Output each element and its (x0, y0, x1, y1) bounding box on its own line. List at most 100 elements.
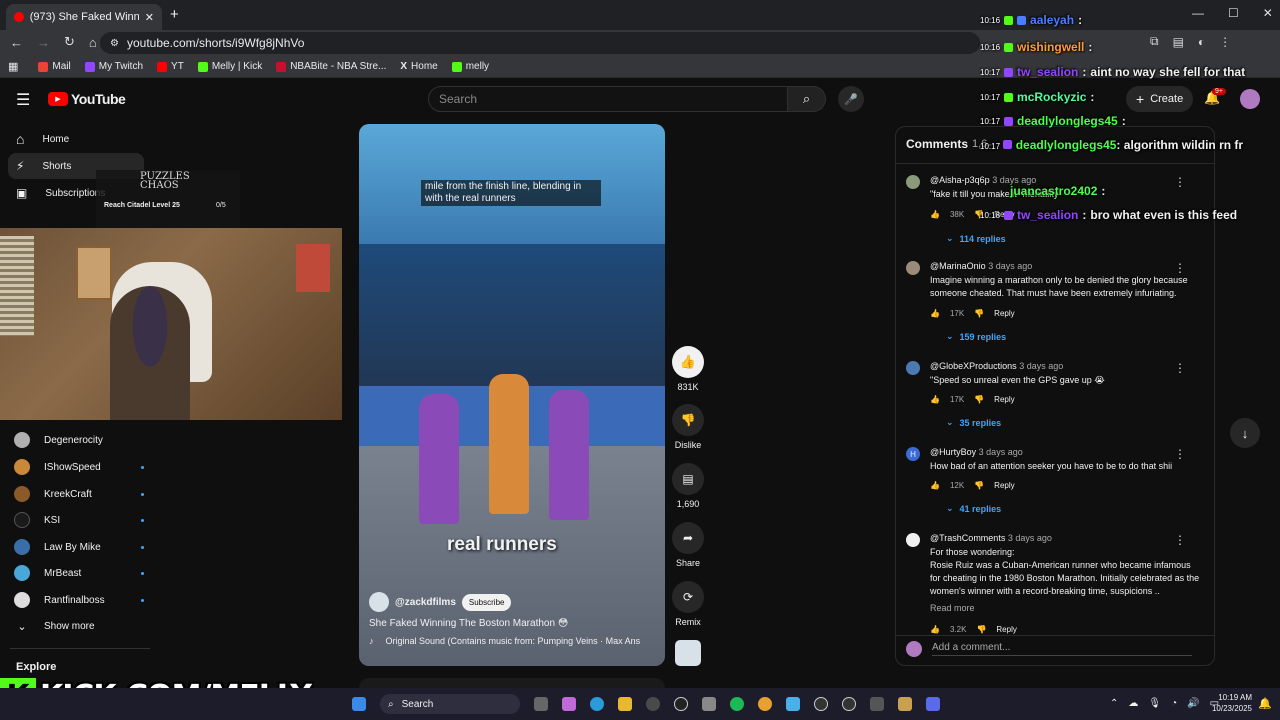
dislike-icon[interactable]: 👎 (974, 395, 984, 404)
comments-button[interactable]: ▤ (672, 463, 704, 495)
maximize-icon[interactable]: ☐ (1228, 6, 1239, 20)
commenter-avatar[interactable]: H (906, 447, 920, 461)
profile-icon[interactable]: ◐ (1198, 35, 1205, 49)
browser-tab[interactable]: (973) She Faked Winning Th ✕ (6, 4, 162, 30)
taskbar-search[interactable]: ⌕ Search (380, 694, 520, 714)
next-short-button[interactable]: ↓ (1230, 418, 1260, 448)
dislike-icon[interactable]: 👎 (974, 309, 984, 318)
close-window-icon[interactable]: ✕ (1263, 6, 1273, 20)
channel-name[interactable]: @zackdfilms (395, 597, 456, 608)
subscribe-button[interactable]: Subscribe (461, 593, 512, 611)
subscription-item[interactable]: Rantfinalboss (14, 588, 144, 612)
taskbar-clock[interactable]: 10:19 AM 10/23/2025 (1208, 692, 1252, 714)
forward-icon[interactable]: → (37, 35, 50, 50)
sound-thumbnail[interactable] (675, 640, 701, 666)
reply-button[interactable]: Reply (994, 309, 1014, 318)
app-icon[interactable] (842, 697, 856, 711)
youtube-logo[interactable]: ▶ YouTube (48, 91, 126, 107)
like-icon[interactable]: 👍 (930, 625, 940, 634)
commenter-avatar[interactable] (906, 533, 920, 547)
share-button[interactable]: ➦ (672, 522, 704, 554)
remix-button[interactable]: ⟳ (672, 581, 704, 613)
spotify-icon[interactable] (730, 697, 744, 711)
bookmark-yt[interactable]: YT (157, 61, 184, 72)
subscription-item[interactable]: Law By Mike (14, 535, 144, 559)
wifi-icon[interactable]: ◔ (1171, 698, 1177, 709)
commenter-avatar[interactable] (906, 261, 920, 275)
media-icon[interactable]: ▤ (1173, 35, 1184, 49)
comment-menu-icon[interactable]: ⋮ (1174, 361, 1186, 375)
bookmark-mail[interactable]: Mail (38, 61, 71, 72)
read-more-link[interactable]: Read more (930, 603, 975, 613)
site-info-icon[interactable]: ⚙ (110, 38, 119, 49)
menu-kebab-icon[interactable]: ⋮ (1219, 35, 1231, 49)
reply-button[interactable]: Reply (994, 395, 1014, 404)
view-replies-button[interactable]: ⌄ 41 replies (946, 503, 1001, 514)
voice-search-button[interactable]: 🎤 (838, 86, 864, 112)
sound-row[interactable]: ♪ Original Sound (Contains music from: P… (369, 636, 659, 646)
subscription-item[interactable]: KSI (14, 508, 144, 532)
xbox-icon[interactable] (646, 697, 660, 711)
show-more-button[interactable]: ⌄ Show more (14, 614, 144, 638)
sidebar-item-home[interactable]: ⌂ Home (8, 126, 144, 152)
comment-author[interactable]: @MarinaOnio (930, 261, 986, 271)
photos-icon[interactable] (786, 697, 800, 711)
reload-icon[interactable]: ↻ (64, 34, 75, 50)
back-icon[interactable]: ← (10, 35, 23, 50)
bookmark-twitch[interactable]: My Twitch (84, 61, 143, 72)
bookmark-kick[interactable]: Melly | Kick (197, 61, 262, 72)
channel-avatar[interactable] (369, 592, 389, 612)
commenter-avatar[interactable] (906, 361, 920, 375)
subscription-item[interactable]: KreekCraft (14, 482, 144, 506)
comment-author[interactable]: @GlobeXProductions (930, 361, 1017, 371)
comment-author[interactable]: @TrashComments (930, 533, 1005, 543)
address-bar[interactable]: ⚙ youtube.com/shorts/i9Wfg8jNhVo (100, 32, 980, 54)
bookmark-home[interactable]: X Home (400, 61, 437, 72)
comment-author[interactable]: @HurtyBoy (930, 447, 976, 457)
cloud-icon[interactable]: ☁ (1128, 698, 1138, 709)
copilot-icon[interactable] (562, 697, 576, 711)
chevron-up-icon[interactable]: ⌃ (1110, 698, 1118, 709)
app-icon[interactable] (870, 697, 884, 711)
comment-menu-icon[interactable]: ⋮ (1174, 175, 1186, 189)
subscription-item[interactable]: MrBeast (14, 561, 144, 585)
comment-author[interactable]: @Aisha-p3q6p (930, 175, 990, 185)
short-video-player[interactable]: mile from the finish line, blending in w… (359, 124, 665, 666)
reply-button[interactable]: Reply (996, 625, 1016, 634)
windows-start-icon[interactable] (352, 697, 366, 711)
app-icon[interactable] (898, 697, 912, 711)
like-icon[interactable]: 👍 (930, 481, 940, 490)
minimize-icon[interactable]: — (1192, 6, 1204, 20)
like-button[interactable]: 👍 (672, 346, 704, 378)
notifications-icon[interactable]: 🔔 (1258, 697, 1272, 710)
media-player-icon[interactable] (814, 697, 828, 711)
bookmark-nbabite[interactable]: NBABite - NBA Stre... (276, 61, 386, 72)
new-tab-button[interactable]: + (170, 6, 179, 23)
hamburger-menu-icon[interactable]: ☰ (16, 90, 30, 110)
subscription-item[interactable]: Degenerocity (14, 428, 144, 452)
microphone-icon[interactable]: 🎙 (1148, 698, 1161, 709)
view-replies-button[interactable]: ⌄ 35 replies (946, 417, 1001, 428)
extensions-icon[interactable]: ⧉ (1150, 34, 1159, 49)
app-icon[interactable] (702, 697, 716, 711)
dislike-button[interactable]: 👎 (672, 404, 704, 436)
comment-menu-icon[interactable]: ⋮ (1174, 447, 1186, 461)
reply-button[interactable]: Reply (994, 481, 1014, 490)
view-replies-button[interactable]: ⌄ 159 replies (946, 331, 1006, 342)
like-icon[interactable]: 👍 (930, 210, 940, 219)
view-replies-button[interactable]: ⌄ 114 replies (946, 233, 1006, 244)
search-input[interactable]: Search (428, 86, 788, 112)
file-explorer-icon[interactable] (618, 697, 632, 711)
search-button[interactable]: ⌕ (788, 86, 826, 112)
account-avatar[interactable] (1240, 89, 1260, 109)
add-comment-input[interactable]: Add a comment... (932, 642, 1192, 656)
apps-grid-icon[interactable]: ▦ (8, 60, 18, 73)
obs-icon[interactable] (674, 697, 688, 711)
dislike-icon[interactable]: 👎 (976, 625, 986, 634)
close-tab-icon[interactable]: ✕ (145, 11, 154, 24)
volume-icon[interactable]: 🔊 (1187, 698, 1199, 709)
like-icon[interactable]: 👍 (930, 395, 940, 404)
like-icon[interactable]: 👍 (930, 309, 940, 318)
commenter-avatar[interactable] (906, 175, 920, 189)
comment-menu-icon[interactable]: ⋮ (1174, 261, 1186, 275)
